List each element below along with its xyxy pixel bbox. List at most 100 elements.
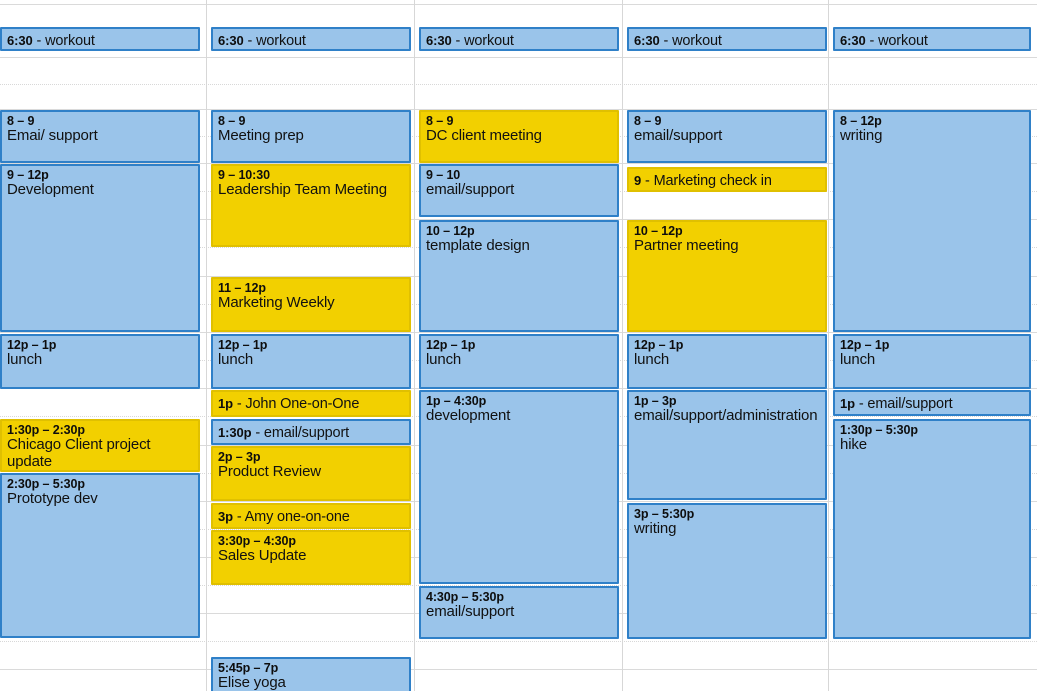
event-time: 12p – 1p <box>840 338 890 352</box>
event-title: Emai/ support <box>7 127 98 144</box>
calendar-event[interactable]: 1p - email/support <box>833 390 1031 416</box>
event-time: 11 – 12p <box>218 281 266 295</box>
calendar-event[interactable]: 8 – 9 DC client meeting <box>419 110 619 163</box>
calendar-event[interactable]: 6:30 - workout <box>419 27 619 51</box>
calendar-event[interactable]: 4:30p – 5:30p email/support <box>419 586 619 639</box>
event-title: Development <box>7 181 94 198</box>
event-time: 10 – 12p <box>634 224 683 238</box>
event-time: 6:30 <box>426 33 452 48</box>
calendar-event[interactable]: 12p – 1p lunch <box>627 334 827 389</box>
week-calendar-grid: 6:30 - workout 8 – 9 Emai/ support 9 – 12p D… <box>0 0 1037 691</box>
event-title: Leadership Team Meeting <box>218 181 387 198</box>
event-title: lunch <box>218 351 254 368</box>
calendar-event[interactable]: 1:30p – 2:30p Chicago Client project upda… <box>0 419 200 472</box>
calendar-event[interactable]: 8 – 9 Meeting prep <box>211 110 411 163</box>
calendar-event[interactable]: 9 – 12p Development <box>0 164 200 332</box>
event-title: development <box>426 407 511 424</box>
day-column-divider <box>828 0 829 691</box>
event-title: Amy one-on-one <box>244 509 350 525</box>
calendar-event[interactable]: 3:30p – 4:30p Sales Update <box>211 530 411 585</box>
calendar-event[interactable]: 8 – 12p writing <box>833 110 1031 332</box>
calendar-event[interactable]: 9 – 10:30 Leadership Team Meeting <box>211 164 411 247</box>
event-title: email/support <box>426 603 515 620</box>
event-title: Product Review <box>218 463 321 480</box>
calendar-event[interactable]: 12p – 1p lunch <box>0 334 200 389</box>
calendar-event[interactable]: 12p – 1p lunch <box>833 334 1031 389</box>
calendar-event[interactable]: 5:45p – 7p Elise yoga <box>211 657 411 691</box>
event-title: Elise yoga <box>218 674 286 691</box>
event-time: 1:30p <box>218 425 252 440</box>
calendar-event[interactable]: 10 – 12p template design <box>419 220 619 332</box>
calendar-event[interactable]: 1p – 3p email/support/administration <box>627 390 827 500</box>
event-time-separator: - <box>865 33 879 49</box>
calendar-event[interactable]: 3p – 5:30p writing <box>627 503 827 639</box>
calendar-event[interactable]: 8 – 9 Emai/ support <box>0 110 200 163</box>
event-title: Sales Update <box>218 547 307 564</box>
calendar-event[interactable]: 6:30 - workout <box>0 27 200 51</box>
calendar-event[interactable]: 9 - Marketing check in <box>627 167 827 192</box>
event-time: 1p – 3p <box>634 394 677 408</box>
event-title: writing <box>840 127 883 144</box>
event-title: Marketing check in <box>653 173 772 189</box>
event-time: 3p <box>218 509 233 524</box>
event-time: 12p – 1p <box>426 338 476 352</box>
event-title: Marketing Weekly <box>218 294 335 311</box>
event-title: email/support <box>634 127 723 144</box>
event-time-separator: - <box>232 509 245 525</box>
event-time: 6:30 <box>7 33 33 48</box>
calendar-event[interactable]: 8 – 9 email/support <box>627 110 827 163</box>
event-time-separator: - <box>251 425 264 441</box>
calendar-event[interactable]: 1p – 4:30p development <box>419 390 619 584</box>
calendar-event[interactable]: 12p – 1p lunch <box>211 334 411 389</box>
event-title: writing <box>634 520 677 537</box>
event-title: Partner meeting <box>634 237 739 254</box>
event-title: lunch <box>7 351 43 368</box>
event-time: 4:30p – 5:30p <box>426 590 504 604</box>
event-time: 9 – 10 <box>426 168 461 182</box>
event-time: 12p – 1p <box>634 338 684 352</box>
event-title: Chicago Client project update <box>7 436 151 470</box>
calendar-event[interactable]: 10 – 12p Partner meeting <box>627 220 827 332</box>
calendar-event[interactable]: 6:30 - workout <box>211 27 411 51</box>
event-time: 1p <box>218 396 233 411</box>
day-column-4: 6:30 - workout 8 – 9 email/support 9 - Mark… <box>627 0 827 691</box>
day-column-1: 6:30 - workout 8 – 9 Emai/ support 9 – 12p D… <box>0 0 200 691</box>
event-time: 6:30 <box>634 33 660 48</box>
event-title: workout <box>672 33 722 49</box>
calendar-event[interactable]: 6:30 - workout <box>627 27 827 51</box>
event-time-separator: - <box>32 33 46 49</box>
calendar-event[interactable]: 1:30p - email/support <box>211 419 411 445</box>
event-time: 12p – 1p <box>7 338 57 352</box>
calendar-event[interactable]: 3p - Amy one-on-one <box>211 503 411 529</box>
calendar-event[interactable]: 9 – 10 email/support <box>419 164 619 217</box>
event-time: 1p <box>840 396 855 411</box>
day-column-3: 6:30 - workout 8 – 9 DC client meeting 9 – … <box>419 0 619 691</box>
event-time-separator: - <box>451 33 465 49</box>
event-time: 10 – 12p <box>426 224 475 238</box>
event-time: 12p – 1p <box>218 338 268 352</box>
calendar-event[interactable]: 2p – 3p Product Review <box>211 446 411 501</box>
event-time: 8 – 9 <box>634 114 662 128</box>
calendar-event[interactable]: 12p – 1p lunch <box>419 334 619 389</box>
event-time: 2p – 3p <box>218 450 261 464</box>
event-time: 5:45p – 7p <box>218 661 279 675</box>
event-title: email/support <box>263 425 349 441</box>
event-title: Prototype dev <box>7 490 98 507</box>
event-title: workout <box>256 33 306 49</box>
calendar-event[interactable]: 2:30p – 5:30p Prototype dev <box>0 473 200 638</box>
calendar-event[interactable]: 1p - John One-on-One <box>211 390 411 417</box>
event-title: lunch <box>840 351 876 368</box>
calendar-event[interactable]: 11 – 12p Marketing Weekly <box>211 277 411 332</box>
day-column-5: 6:30 - workout 8 – 12p writing 12p – 1p lunc… <box>833 0 1031 691</box>
calendar-event[interactable]: 1:30p – 5:30p hike <box>833 419 1031 639</box>
event-title: hike <box>840 436 867 453</box>
event-time: 6:30 <box>218 33 244 48</box>
event-time-separator: - <box>243 33 257 49</box>
event-time: 1:30p – 5:30p <box>840 423 918 437</box>
event-title: Meeting prep <box>218 127 304 144</box>
event-time: 8 – 12p <box>840 114 882 128</box>
calendar-event[interactable]: 6:30 - workout <box>833 27 1031 51</box>
event-time: 8 – 9 <box>7 114 35 128</box>
event-time: 1:30p – 2:30p <box>7 423 85 437</box>
day-column-divider <box>206 0 207 691</box>
